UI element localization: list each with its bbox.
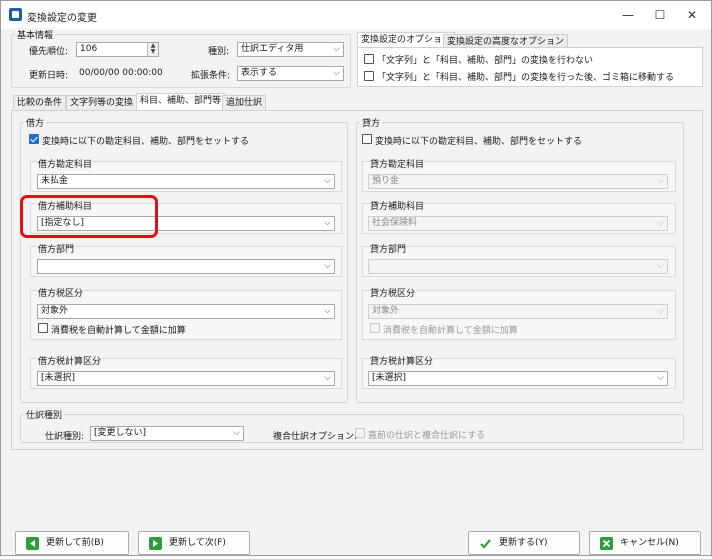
update-next-label: 更新して次(F) <box>169 538 226 548</box>
debit-taxcalc-select[interactable]: [未選択] ⌵ <box>37 371 335 386</box>
chevron-down-icon: ⌵ <box>333 68 340 78</box>
credit-set-checkbox[interactable] <box>362 134 372 144</box>
credit-tax-auto-label: 消費税を自動計算して金額に加算 <box>383 326 518 336</box>
chevron-down-icon: ⌵ <box>324 176 331 186</box>
credit-tax-title: 貸方税区分 <box>370 286 416 299</box>
annotation-highlight <box>20 195 158 238</box>
dialog-window: 変換設定の変更 — ☐ ✕ 基本情報 優先順位: 106 ▲ ▼ 更新日時: 00… <box>0 0 712 556</box>
close-button[interactable]: ✕ <box>677 5 707 25</box>
update-ok-button[interactable]: 更新する(Y) <box>468 531 580 555</box>
priority-spinner[interactable]: 106 ▲ ▼ <box>76 42 159 57</box>
debit-account-title: 借方勘定科目 <box>38 157 93 170</box>
debit-tax-auto-checkbox[interactable] <box>38 323 48 333</box>
debit-taxcalc-value: [未選択] <box>41 373 76 383</box>
credit-tax-value: 対象外 <box>372 306 400 316</box>
debit-set-checkbox[interactable] <box>29 134 39 144</box>
chevron-down-icon: ⌵ <box>333 44 340 54</box>
credit-set-label: 変換時に以下の勘定科目、補助、部門をセットする <box>375 137 583 147</box>
credit-sub-select[interactable]: 社会保険料 ⌵ <box>368 216 668 231</box>
ext-label: 拡張条件: <box>191 71 231 81</box>
arrow-left-icon <box>26 537 39 550</box>
tab-string-convert[interactable]: 文字列等の変換 <box>66 95 138 110</box>
updated-label: 更新日時: <box>29 71 69 81</box>
type-label: 種別: <box>208 47 230 57</box>
debit-title: 借方 <box>24 116 47 129</box>
credit-account-title: 貸方勘定科目 <box>370 157 425 170</box>
priority-label: 優先順位: <box>29 47 69 57</box>
credit-dept-select[interactable]: ⌵ <box>368 259 668 274</box>
debit-dept-select[interactable]: ⌵ <box>37 259 335 274</box>
chevron-down-icon: ⌵ <box>233 428 240 438</box>
update-prev-label: 更新して前(B) <box>46 538 104 548</box>
compound-option-label: 直前の仕訳と複合仕訳にする <box>368 431 486 441</box>
chevron-down-icon: ⌵ <box>657 373 664 383</box>
chevron-down-icon: ⌵ <box>657 176 664 186</box>
debit-account-value: 未払金 <box>41 176 69 186</box>
chevron-down-icon: ⌵ <box>324 306 331 316</box>
debit-account-select[interactable]: 未払金 ⌵ <box>37 174 335 189</box>
tab-account-sub-dept[interactable]: 科目、補助、部門等 <box>136 93 226 110</box>
chevron-down-icon: ⌵ <box>324 261 331 271</box>
options-tabs: 変換設定のオプション 変換設定の高度なオプション 「文字列」と「科目、補助、部門… <box>357 32 703 90</box>
credit-taxcalc-select[interactable]: [未選択] ⌵ <box>368 371 668 386</box>
options-panel: 「文字列」と「科目、補助、部門」の変換を行わない 「文字列」と「科目、補助、部門… <box>357 47 703 87</box>
credit-sub-title: 貸方補助科目 <box>370 199 425 212</box>
opt-no-convert-checkbox[interactable] <box>364 54 374 64</box>
tab-additional-journal[interactable]: 追加仕訳 <box>222 95 267 110</box>
journal-title: 仕訳種別 <box>24 408 65 421</box>
type-value: 仕訳エディタ用 <box>241 44 304 54</box>
window-title: 変換設定の変更 <box>27 13 97 24</box>
credit-account-select[interactable]: 預り金 ⌵ <box>368 174 668 189</box>
debit-tax-select[interactable]: 対象外 ⌵ <box>37 304 335 319</box>
type-select[interactable]: 仕訳エディタ用 ⌵ <box>237 42 344 57</box>
opt-trash-checkbox[interactable] <box>364 71 374 81</box>
update-ok-label: 更新する(Y) <box>499 538 548 548</box>
app-icon <box>9 8 22 21</box>
credit-dept-title: 貸方部門 <box>370 242 407 255</box>
journal-kind-select[interactable]: [変更しない] ⌵ <box>90 426 244 441</box>
credit-sub-value: 社会保険料 <box>372 218 418 228</box>
debit-dept-title: 借方部門 <box>38 242 75 255</box>
tab-compare-conditions[interactable]: 比較の条件 <box>13 95 67 110</box>
credit-taxcalc-title: 貸方税計算区分 <box>370 354 434 367</box>
x-icon <box>600 537 613 550</box>
chevron-down-icon: ⌵ <box>324 218 331 228</box>
credit-tax-select[interactable]: 対象外 ⌵ <box>368 304 668 319</box>
journal-kind-label: 仕訳種別: <box>45 432 85 442</box>
debit-tax-auto-label: 消費税を自動計算して金額に加算 <box>51 326 186 336</box>
debit-taxcalc-title: 借方税計算区分 <box>38 354 102 367</box>
credit-account-value: 預り金 <box>372 176 400 186</box>
title-bar: 変換設定の変更 — ☐ ✕ <box>1 1 711 29</box>
cancel-button[interactable]: キャンセル(N) <box>589 531 701 555</box>
update-next-button[interactable]: 更新して次(F) <box>138 531 250 555</box>
priority-value: 106 <box>80 44 98 54</box>
debit-tax-title: 借方税区分 <box>38 286 84 299</box>
credit-title: 貸方 <box>360 116 383 129</box>
check-icon <box>479 537 492 550</box>
credit-taxcalc-value: [未選択] <box>372 373 407 383</box>
ext-value: 表示する <box>241 68 278 78</box>
arrow-right-icon <box>149 537 162 550</box>
opt-trash-label: 「文字列」と「科目、補助、部門」の変換を行った後、ゴミ箱に移動する <box>377 73 675 83</box>
ext-select[interactable]: 表示する ⌵ <box>237 66 344 81</box>
chevron-down-icon: ⌵ <box>324 373 331 383</box>
maximize-button[interactable]: ☐ <box>645 5 675 25</box>
credit-tax-auto-checkbox[interactable] <box>370 323 380 333</box>
opt-no-convert-label: 「文字列」と「科目、補助、部門」の変換を行わない <box>377 56 594 66</box>
chevron-down-icon: ⌵ <box>657 306 664 316</box>
updated-value: 00/00/00 00:00:00 <box>79 68 163 78</box>
chevron-down-icon: ⌵ <box>657 218 664 228</box>
chevron-down-icon: ⌵ <box>657 261 664 271</box>
update-prev-button[interactable]: 更新して前(B) <box>15 531 129 555</box>
compound-label: 複合仕訳オプション: <box>273 432 358 442</box>
debit-set-label: 変換時に以下の勘定科目、補助、部門をセットする <box>42 137 250 147</box>
spin-arrows-icon[interactable]: ▲ ▼ <box>147 43 158 56</box>
cancel-label: キャンセル(N) <box>620 538 679 548</box>
debit-tax-value: 対象外 <box>41 306 69 316</box>
compound-checkbox[interactable] <box>355 428 365 438</box>
journal-kind-value: [変更しない] <box>94 428 147 438</box>
minimize-button[interactable]: — <box>613 5 643 25</box>
basic-info-title: 基本情報 <box>15 28 56 41</box>
